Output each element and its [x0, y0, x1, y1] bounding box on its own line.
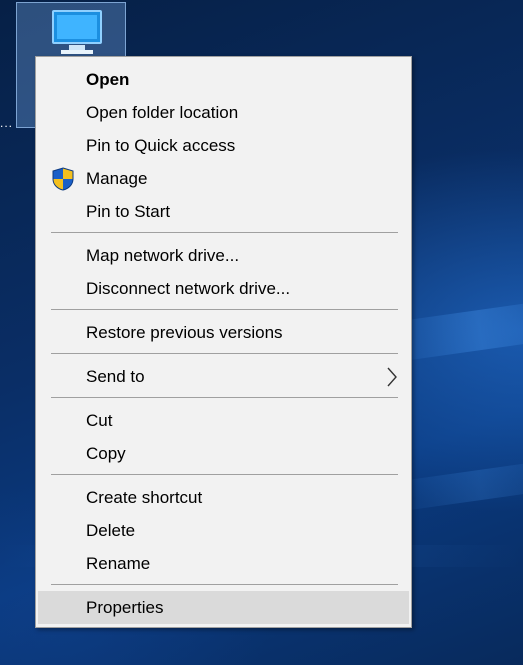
- menu-item-open-folder-location[interactable]: Open folder location: [38, 96, 409, 129]
- menu-item-label: Properties: [86, 598, 164, 617]
- menu-item-cut[interactable]: Cut: [38, 404, 409, 437]
- context-menu: Open Open folder location Pin to Quick a…: [35, 56, 412, 628]
- menu-separator: [51, 397, 398, 398]
- menu-item-label: Map network drive...: [86, 246, 240, 265]
- computer-monitor-icon: [52, 10, 102, 54]
- menu-item-label: Create shortcut: [86, 488, 203, 507]
- menu-item-label: Open: [86, 70, 130, 89]
- menu-item-pin-to-start[interactable]: Pin to Start: [38, 195, 409, 228]
- menu-separator: [51, 474, 398, 475]
- menu-item-label: Restore previous versions: [86, 323, 283, 342]
- menu-item-rename[interactable]: Rename: [38, 547, 409, 580]
- menu-item-label: Rename: [86, 554, 151, 573]
- menu-item-label: Pin to Quick access: [86, 136, 236, 155]
- chevron-right-icon: [385, 366, 399, 388]
- menu-item-label: Delete: [86, 521, 136, 540]
- menu-item-pin-to-quick-access[interactable]: Pin to Quick access: [38, 129, 409, 162]
- menu-item-manage[interactable]: Manage: [38, 162, 409, 195]
- menu-item-label: Disconnect network drive...: [86, 279, 291, 298]
- menu-item-label: Open folder location: [86, 103, 239, 122]
- menu-item-label: Manage: [86, 169, 148, 188]
- menu-item-map-network-drive[interactable]: Map network drive...: [38, 239, 409, 272]
- uac-shield-icon: [51, 167, 75, 191]
- menu-item-delete[interactable]: Delete: [38, 514, 409, 547]
- menu-separator: [51, 584, 398, 585]
- menu-item-copy[interactable]: Copy: [38, 437, 409, 470]
- menu-item-label: Send to: [86, 367, 145, 386]
- menu-item-label: Cut: [86, 411, 113, 430]
- menu-item-send-to[interactable]: Send to: [38, 360, 409, 393]
- desktop-icon-label-ellipsis: ...: [0, 116, 14, 130]
- menu-item-label: Copy: [86, 444, 126, 463]
- menu-separator: [51, 353, 398, 354]
- menu-item-restore-previous-versions[interactable]: Restore previous versions: [38, 316, 409, 349]
- menu-separator: [51, 232, 398, 233]
- menu-item-create-shortcut[interactable]: Create shortcut: [38, 481, 409, 514]
- menu-item-open[interactable]: Open: [38, 63, 409, 96]
- menu-separator: [51, 309, 398, 310]
- menu-item-label: Pin to Start: [86, 202, 171, 221]
- menu-item-disconnect-network-drive[interactable]: Disconnect network drive...: [38, 272, 409, 305]
- menu-item-properties[interactable]: Properties: [38, 591, 409, 624]
